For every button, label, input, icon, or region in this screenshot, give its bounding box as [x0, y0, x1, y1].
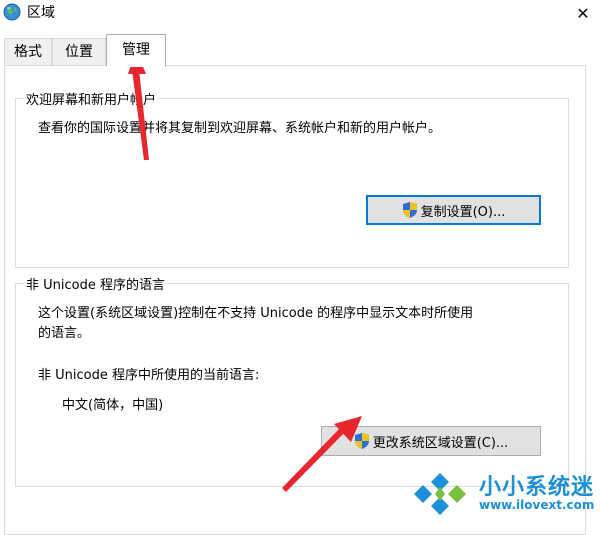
- non-unicode-group: 非 Unicode 程序的语言 这个设置(系统区域设置)控制在不支持 Unico…: [15, 274, 569, 487]
- tab-strip: 格式 位置 管理: [0, 34, 600, 67]
- copy-settings-label: 复制设置(O)...: [420, 204, 506, 220]
- copy-settings-button[interactable]: 复制设置(O)...: [366, 195, 541, 225]
- watermark: 小小系统迷 www.ilovext.com: [409, 465, 599, 523]
- welcome-screen-group: 欢迎屏幕和新用户帐户 查看你的国际设置并将其复制到欢迎屏幕、系统帐户和新的用户帐…: [15, 89, 569, 268]
- welcome-description: 查看你的国际设置并将其复制到欢迎屏幕、系统帐户和新的用户帐户。: [38, 121, 442, 136]
- change-system-locale-label: 更改系统区域设置(C)...: [372, 435, 509, 451]
- current-language-value: 中文(简体，中国): [62, 398, 164, 413]
- non-unicode-description-line2: 的语言。: [38, 326, 91, 341]
- logo-icon: [414, 473, 466, 515]
- tab-administrative[interactable]: 管理: [106, 34, 166, 67]
- close-icon: ✕: [576, 3, 590, 23]
- non-unicode-description-line1: 这个设置(系统区域设置)控制在不支持 Unicode 的程序中显示文本时所使用: [38, 306, 474, 321]
- watermark-url: www.ilovext.com: [479, 498, 595, 512]
- welcome-group-title: 欢迎屏幕和新用户帐户: [24, 89, 159, 108]
- window-title: 区域: [27, 5, 55, 21]
- shield-icon: [402, 202, 417, 218]
- non-unicode-group-title: 非 Unicode 程序的语言: [24, 274, 167, 293]
- close-button[interactable]: ✕: [566, 0, 600, 26]
- watermark-name: 小小系统迷: [479, 475, 595, 500]
- change-system-locale-button[interactable]: 更改系统区域设置(C)...: [321, 426, 541, 456]
- title-bar: 区域 ✕: [0, 0, 600, 28]
- current-language-label: 非 Unicode 程序中所使用的当前语言:: [38, 368, 260, 383]
- tab-format[interactable]: 格式: [4, 38, 52, 65]
- tab-location[interactable]: 位置: [52, 38, 106, 65]
- shield-icon: [354, 433, 369, 449]
- globe-icon: [3, 3, 21, 21]
